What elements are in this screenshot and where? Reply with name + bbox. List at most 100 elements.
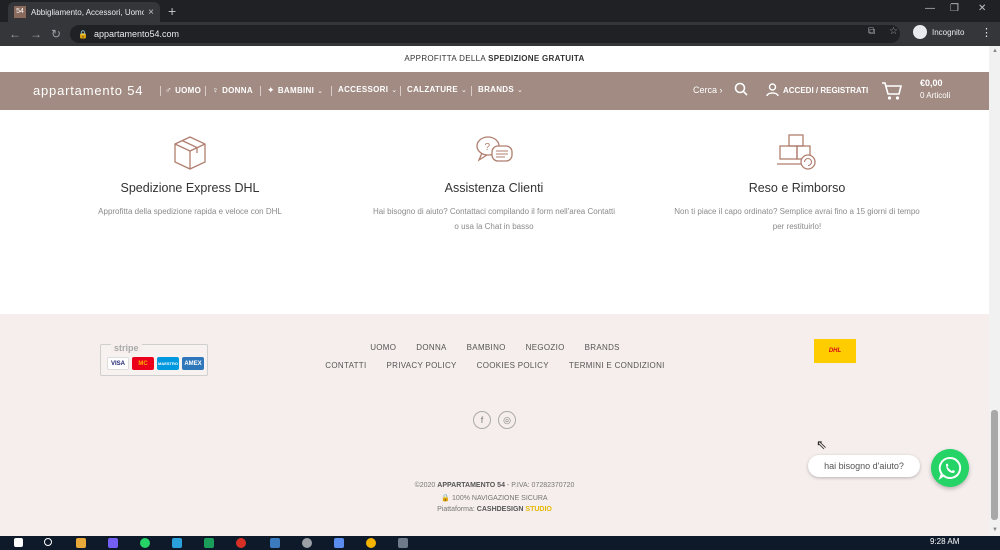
feature-desc-line: Approfitta della spedizione rapida e vel… [98, 207, 282, 216]
bookmark-star-icon[interactable]: ☆ [889, 26, 898, 37]
promo-bold-text: SPEDIZIONE GRATUITA [488, 54, 585, 63]
whatsapp-taskbar-icon[interactable] [140, 538, 150, 548]
platform-prefix: Piattaforma: [437, 506, 477, 513]
scroll-up-icon[interactable]: ▲ [992, 48, 998, 54]
opera-icon[interactable] [236, 538, 246, 548]
back-button[interactable]: ← [9, 26, 21, 42]
feature-desc-line: per restituirlo! [772, 222, 822, 231]
search-icon[interactable] [734, 82, 748, 96]
close-tab-icon[interactable]: × [148, 7, 154, 18]
restore-icon[interactable]: ❐ [950, 3, 959, 14]
app-icon[interactable] [204, 538, 214, 548]
chat-prompt-bubble[interactable]: hai bisogno d'aiuto? [808, 455, 920, 477]
reload-button[interactable]: ↻ [51, 26, 61, 42]
chrome-icon[interactable] [366, 538, 376, 548]
copyright-prefix: ©2020 [414, 482, 438, 489]
box-icon [174, 136, 206, 170]
login-register-link[interactable]: ACCEDI / REGISTRATI [766, 83, 868, 97]
feature-returns: Reso e Rimborso Non ti piace il capo ord… [647, 132, 947, 234]
cart-total[interactable]: €0,00 [920, 78, 943, 88]
mastercard-icon: MC [132, 357, 154, 370]
nav-item-bambini[interactable]: ✦ BAMBINI ⌄ [267, 85, 323, 96]
browser-menu-icon[interactable]: ⋮ [981, 26, 992, 39]
app-icon[interactable] [270, 538, 280, 548]
nav-item-uomo[interactable]: ♂ UOMO [165, 85, 201, 95]
user-icon [766, 83, 779, 97]
copyright-brand: APPARTAMENTO 54 [437, 482, 505, 489]
cart-item-count[interactable]: 0 Articoli [920, 91, 950, 100]
platform-brand[interactable]: CASHDESIGN [477, 506, 524, 513]
search-taskbar-icon[interactable] [44, 538, 52, 546]
footer-link-negozio[interactable]: NEGOZIO [526, 343, 565, 352]
copyright-line: ©2020 APPARTAMENTO 54 - P.IVA: 072823707… [0, 482, 989, 489]
stripe-logo: stripe [111, 343, 142, 353]
nav-item-accessori[interactable]: ACCESSORI ⌄ [338, 85, 397, 94]
scrollbar-thumb[interactable] [991, 410, 998, 520]
feature-shipping: Spedizione Express DHL Approfitta della … [40, 132, 340, 219]
feature-desc-line: o usa la Chat in basso [454, 222, 534, 231]
instagram-icon[interactable]: ◎ [498, 411, 516, 429]
site-favicon-icon: 54 [14, 6, 26, 18]
site-logo[interactable]: appartamento 54 [33, 83, 143, 98]
feature-description: Hai bisogno di aiuto? Contattaci compila… [344, 204, 644, 234]
footer-link-privacy[interactable]: PRIVACY POLICY [387, 361, 457, 370]
system-clock[interactable]: 9:28 AM [930, 537, 959, 546]
feature-title: Reso e Rimborso [748, 181, 846, 195]
woman-icon: ♀ [212, 85, 220, 95]
os-taskbar: 9:28 AM [0, 536, 1000, 550]
footer-link-cookies[interactable]: COOKIES POLICY [477, 361, 549, 370]
feature-desc-line: Non ti piace il capo ordinato? Semplice … [674, 207, 920, 216]
app-icon[interactable] [398, 538, 408, 548]
scroll-down-icon[interactable]: ▼ [992, 527, 998, 533]
chevron-down-icon: ⌄ [517, 86, 524, 94]
feature-desc-line: Hai bisogno di aiuto? Contattaci compila… [372, 207, 616, 216]
footer-link-brands[interactable]: BRANDS [585, 343, 620, 352]
footer-link-bambino[interactable]: BAMBINO [467, 343, 506, 352]
browser-tab[interactable]: 54 Abbigliamento, Accessori, Uomo × [8, 2, 160, 22]
footer-link-donna[interactable]: DONNA [416, 343, 446, 352]
search-toggle[interactable]: Cerca › [693, 85, 723, 95]
chat-bubbles-icon: ? [476, 136, 513, 162]
promo-banner: APPROFITTA DELLA SPEDIZIONE GRATUITA [0, 46, 989, 72]
nav-item-label: DONNA [222, 85, 253, 95]
windows-start-icon[interactable] [14, 538, 23, 547]
svg-text:?: ? [485, 142, 491, 153]
nav-item-donna[interactable]: ♀ DONNA [212, 85, 253, 95]
telegram-icon[interactable] [172, 538, 182, 548]
chevron-down-icon: ⌄ [461, 86, 468, 94]
whatsapp-icon[interactable] [931, 449, 969, 487]
incognito-profile[interactable]: Incognito [913, 25, 964, 39]
url-text: appartamento54.com [93, 29, 180, 39]
nav-item-label: UOMO [175, 85, 202, 95]
maestro-card-icon: MAESTRO [157, 357, 179, 370]
browser-toolbar: ← → ↻ 🔒 appartamento54.com ⧉ ☆ Incognito… [0, 22, 1000, 46]
new-tab-button[interactable]: + [168, 2, 176, 20]
close-window-icon[interactable]: ✕ [978, 3, 986, 14]
app-icon[interactable] [334, 538, 344, 548]
address-bar[interactable]: 🔒 appartamento54.com [70, 25, 900, 43]
translate-icon[interactable]: ⧉ [868, 26, 875, 37]
nav-divider [205, 86, 206, 96]
footer-link-uomo[interactable]: UOMO [370, 343, 396, 352]
mouse-cursor-icon: ⇖ [816, 437, 827, 452]
incognito-label: Incognito [932, 27, 965, 37]
file-explorer-icon[interactable] [76, 538, 86, 548]
viber-icon[interactable] [108, 538, 118, 548]
chevron-down-icon: ⌄ [391, 86, 398, 94]
feature-title: Assistenza Clienti [444, 181, 544, 195]
login-label: ACCEDI / REGISTRATI [783, 85, 869, 95]
minimize-icon[interactable]: — [925, 3, 935, 14]
app-icon[interactable] [302, 538, 312, 548]
nav-item-label: ACCESSORI [338, 85, 389, 94]
nav-divider [160, 86, 161, 96]
footer-link-termini[interactable]: TERMINI E CONDIZIONI [569, 361, 665, 370]
footer-link-contatti[interactable]: CONTATTI [325, 361, 366, 370]
forward-button[interactable]: → [30, 26, 42, 42]
facebook-icon[interactable]: f [473, 411, 491, 429]
nav-item-calzature[interactable]: CALZATURE ⌄ [407, 85, 467, 94]
cart-icon[interactable] [881, 81, 903, 101]
nav-divider [471, 86, 472, 96]
nav-divider [400, 86, 401, 96]
nav-item-brands[interactable]: BRANDS ⌄ [478, 85, 523, 94]
secure-navigation-text: 🔒 100% NAVIGAZIONE SICURA [441, 495, 548, 502]
